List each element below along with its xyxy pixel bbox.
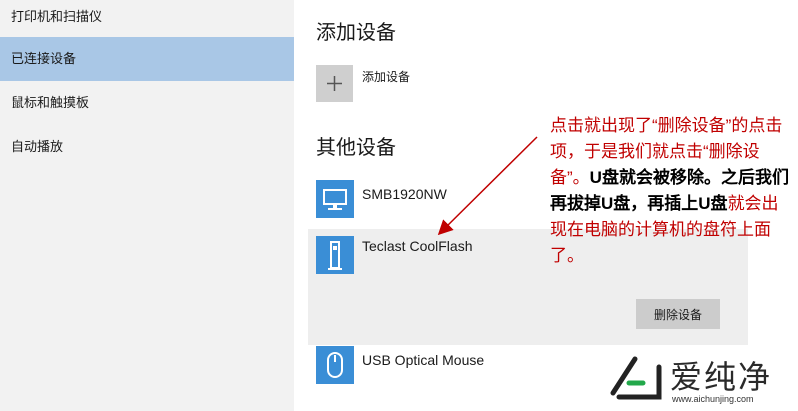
sidebar-item-mouse-touchpad[interactable]: 鼠标和触摸板 [0,81,294,125]
usb-drive-icon [316,236,354,274]
add-devices-heading: 添加设备 [316,22,396,44]
remove-device-button[interactable]: 删除设备 [636,299,720,329]
add-device-button[interactable] [316,65,353,102]
monitor-icon [316,180,354,218]
mouse-icon [316,346,354,384]
watermark-url: www.aichunjing.com [672,394,754,404]
sidebar: 打印机和扫描仪 已连接设备 鼠标和触摸板 自动播放 [0,0,294,411]
device-name: USB Optical Mouse [362,352,485,368]
other-devices-heading: 其他设备 [316,137,396,159]
device-name: Teclast CoolFlash [362,238,473,254]
device-name: SMB1920NW [362,186,447,202]
plus-icon [327,76,342,91]
watermark-text: 爱纯净 [670,359,773,395]
watermark-logo-icon [610,356,662,400]
sidebar-item-autoplay[interactable]: 自动播放 [0,125,294,169]
sidebar-item-printers-scanners[interactable]: 打印机和扫描仪 [0,0,294,39]
sidebar-item-connected-devices[interactable]: 已连接设备 [0,37,294,81]
add-device-label[interactable]: 添加设备 [362,68,410,85]
annotation-text: 点击就出现了“删除设备”的点击项，于是我们就点击“删除设备”。U盘就会被移除。之… [550,113,790,269]
